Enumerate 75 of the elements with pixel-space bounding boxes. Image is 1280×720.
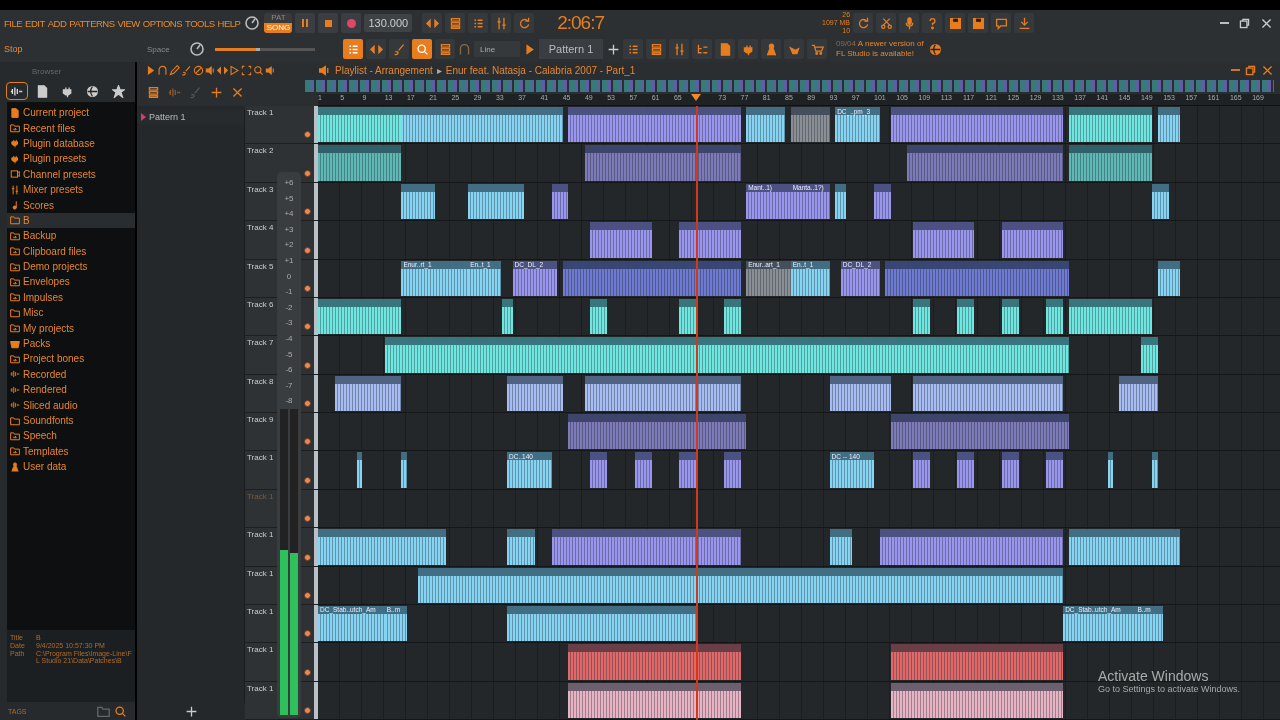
track-name[interactable]: Track 1: [247, 453, 274, 463]
track-name[interactable]: Track 1: [247, 568, 274, 578]
browser-item[interactable]: B: [7, 212, 135, 229]
scale-value: +5: [284, 192, 294, 205]
activation-title: Activate Windows: [1097, 668, 1210, 684]
scale-value: -4: [284, 332, 294, 345]
update-notice[interactable]: 09/04 A newer version of FL Studio is available!: [836, 39, 926, 59]
scale-value: -7: [284, 379, 294, 392]
hint-text: Stop: [4, 44, 24, 54]
track-name[interactable]: Track 1: [247, 108, 274, 117]
menu-item[interactable]: TOOLS: [185, 17, 215, 29]
scale-value: -3: [284, 317, 294, 330]
browser-item[interactable]: Project bones: [7, 351, 135, 367]
menu-item[interactable]: PATTERNS: [69, 17, 115, 29]
menu-item[interactable]: HELP: [217, 17, 241, 29]
track-name[interactable]: Track 1: [247, 530, 274, 540]
scale-value: -6: [284, 364, 294, 377]
project-name: Enur feat. Natasja - Calabria 2007 - Part_1: [445, 64, 636, 76]
browser-item[interactable]: Envelopes: [7, 274, 135, 290]
browser-item[interactable]: Recorded: [7, 366, 135, 383]
scale-value: -8: [284, 395, 294, 408]
browser-item[interactable]: Recent files: [7, 120, 135, 136]
menu-item[interactable]: FILE: [4, 17, 23, 29]
browser-item[interactable]: Scores: [7, 197, 135, 213]
browser-item[interactable]: Soundfonts: [7, 412, 135, 429]
browser-item[interactable]: Demo projects: [7, 258, 135, 275]
browser-item[interactable]: Templates: [7, 443, 135, 459]
track-name[interactable]: Track 5: [247, 261, 274, 271]
scale-value: -1: [284, 286, 294, 299]
scale-value: 0: [285, 270, 293, 283]
browser-item[interactable]: My projects: [7, 320, 135, 336]
pattern-selector[interactable]: Pattern 1: [539, 39, 603, 59]
time-display: 2:06:7: [557, 12, 605, 34]
browser-item[interactable]: Backup: [7, 228, 135, 244]
browser-item[interactable]: Misc: [7, 305, 135, 321]
scale-value: +4: [284, 208, 294, 221]
track-name[interactable]: Track 7: [247, 338, 274, 348]
scale-value: +6: [284, 177, 294, 189]
browser-item[interactable]: Plugin database: [7, 135, 135, 152]
browser-item[interactable]: Rendered: [7, 382, 135, 398]
track-name[interactable]: Track 3: [247, 184, 274, 194]
browser-item[interactable]: Speech: [7, 428, 135, 444]
menu-item[interactable]: VIEW: [117, 17, 140, 29]
track-name[interactable]: Track 9: [247, 415, 274, 424]
scale-value: +1: [284, 254, 294, 267]
track-name[interactable]: Track 6: [247, 299, 274, 309]
track-name[interactable]: Track 1: [247, 606, 274, 616]
browser-item[interactable]: Clipboard files: [7, 243, 135, 259]
track-name[interactable]: Track 4: [247, 223, 274, 233]
browser-item[interactable]: Current project: [7, 105, 135, 121]
browser-item[interactable]: Channel presets: [7, 166, 135, 182]
tempo-display[interactable]: 130.000: [364, 14, 413, 32]
track-name[interactable]: Track 2: [247, 146, 274, 156]
scale-value: -2: [284, 301, 294, 314]
track-name[interactable]: Track 8: [247, 376, 274, 386]
menu-item[interactable]: EDIT: [25, 17, 45, 29]
scale-value: -5: [284, 348, 294, 361]
menu-item[interactable]: ADD: [47, 17, 67, 29]
hint-shortcut: Space: [147, 44, 171, 54]
snap-dropdown[interactable]: Line: [474, 41, 520, 57]
browser-item[interactable]: Plugin presets: [7, 151, 135, 167]
browser-item[interactable]: Impulses: [7, 289, 135, 306]
scale-value: +2: [284, 239, 294, 252]
breadcrumb-separator: ▸: [436, 64, 442, 76]
pattern-item[interactable]: Pattern 1: [137, 110, 244, 124]
menu-item[interactable]: OPTIONS: [142, 17, 183, 29]
browser-item[interactable]: Packs: [7, 335, 135, 352]
track-name[interactable]: Track 1: [247, 683, 274, 693]
browser-item[interactable]: Mixer presets: [7, 181, 135, 198]
browser-item[interactable]: User data: [7, 459, 135, 475]
activation-text: Go to Settings to activate Windows.: [1097, 684, 1240, 694]
browser-item[interactable]: Sliced audio: [7, 397, 135, 413]
playlist-title: Playlist - Arrangement: [335, 64, 433, 76]
track-name[interactable]: Track 1: [247, 645, 274, 655]
scale-value: +3: [284, 223, 294, 236]
